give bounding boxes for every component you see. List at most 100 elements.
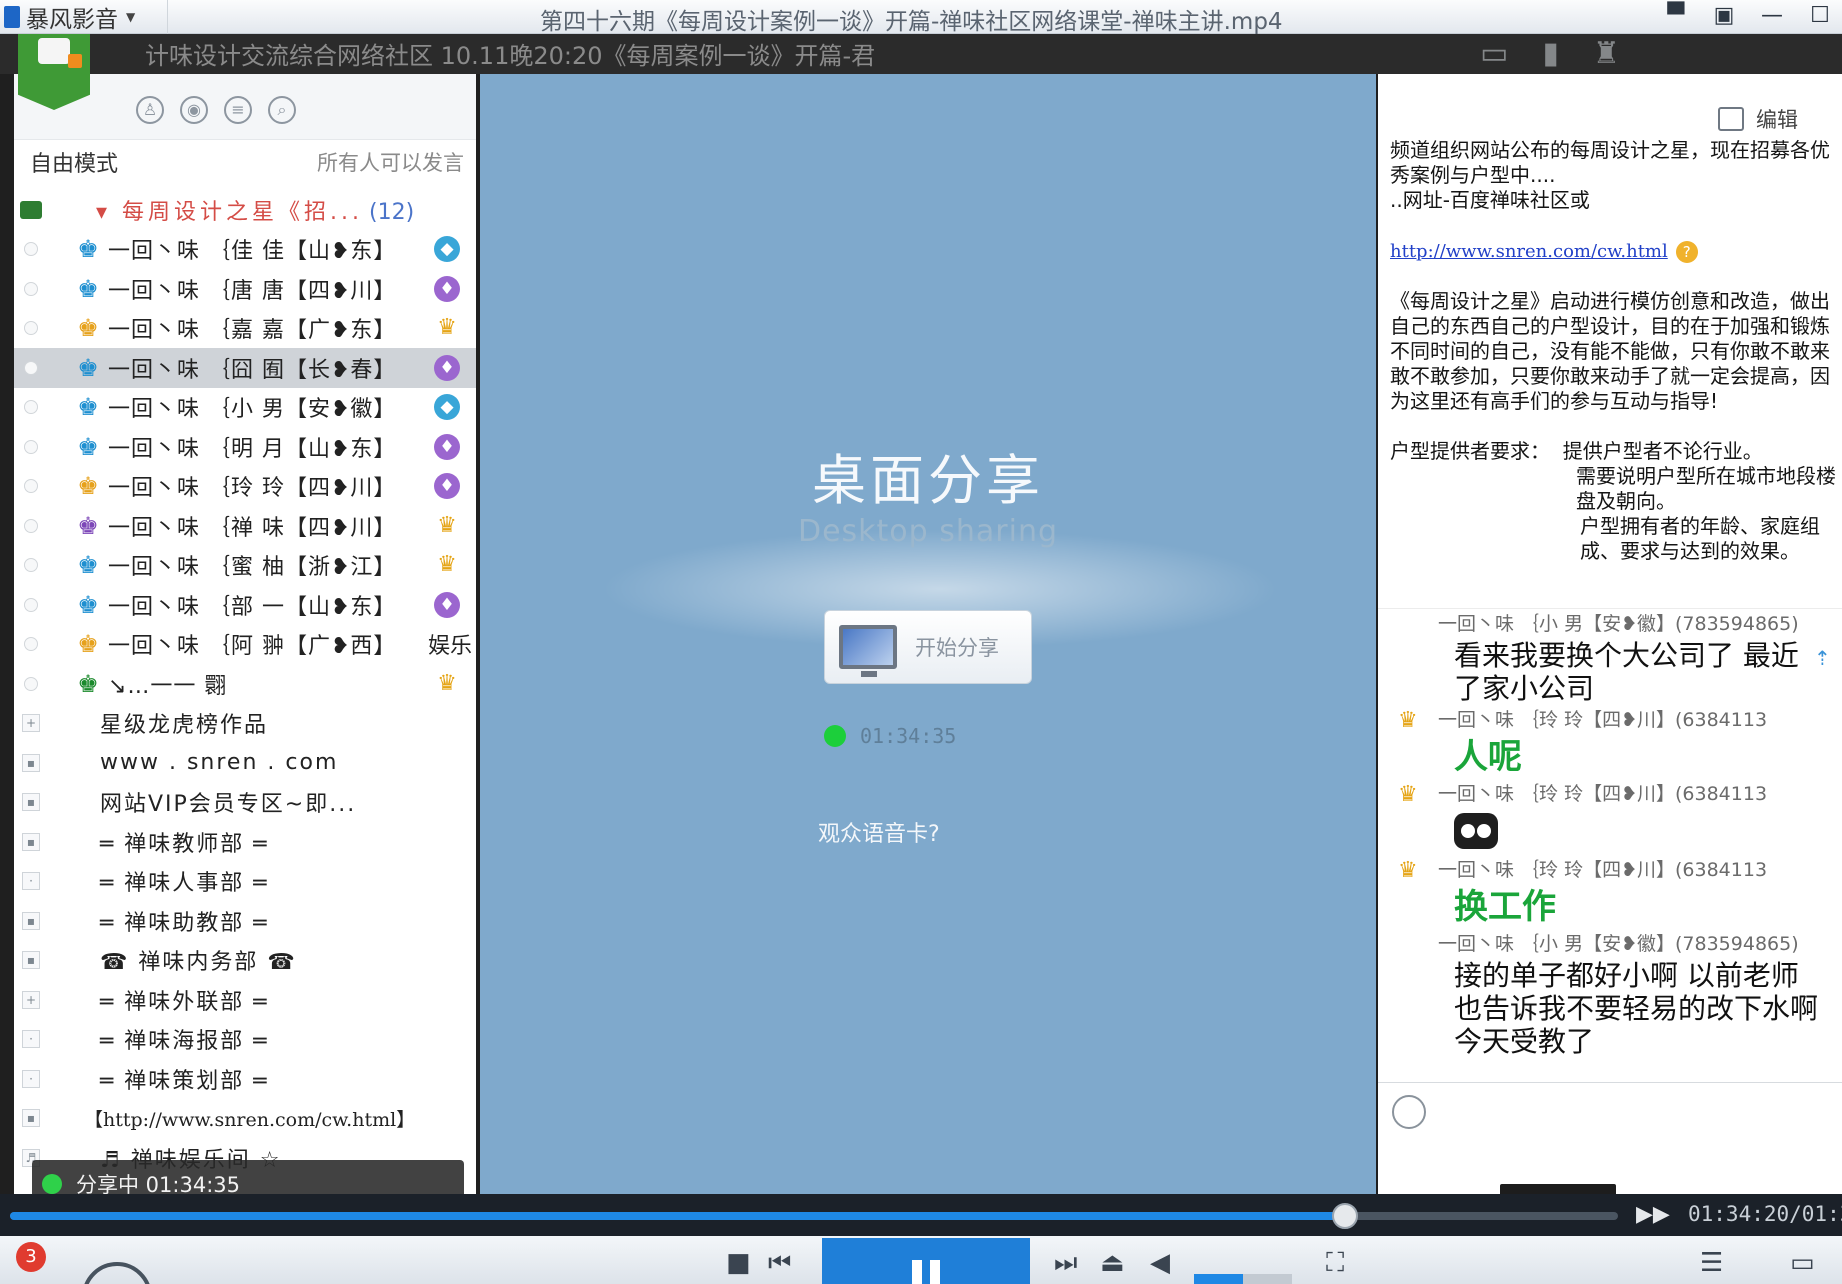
chat-sender[interactable]: 一回丶味 ｛小 男【安❥徽】(783594865) xyxy=(1434,609,1842,639)
location-icon: ◉ xyxy=(180,96,208,124)
seek-fill xyxy=(10,1212,1345,1220)
mode-label: 自由模式 xyxy=(30,152,119,177)
member-row[interactable]: ♚ ↘…一一 翾 ♛ xyxy=(14,664,476,704)
video-area[interactable]: 计味设计交流综合网络社区 10.11晚20:20《每周案例一谈》开篇-君 ▭ ▮… xyxy=(0,34,1842,1194)
subchannel-row[interactable]: + 星级龙虎榜作品 xyxy=(14,704,476,744)
member-blue-icon: ♚ xyxy=(77,353,99,382)
status-circle-icon xyxy=(24,676,38,691)
edit-icon xyxy=(1718,107,1744,131)
minimize-icon[interactable]: — xyxy=(1758,3,1786,28)
status-circle-icon xyxy=(24,321,38,336)
member-blue-icon: ♚ xyxy=(77,274,99,303)
subchannel-row[interactable]: ▪ ☎ 禅味内务部 ☎ xyxy=(14,941,476,981)
member-name: 一回丶味 ｛佳 佳【山❥东】 xyxy=(108,239,397,265)
stop-icon[interactable]: ■ xyxy=(726,1248,751,1278)
eject-icon[interactable]: ⏏ xyxy=(1100,1248,1125,1278)
subchannel-gutter: ▪ xyxy=(18,750,44,776)
green-dot-icon xyxy=(42,1174,62,1194)
chat-text: 看来我要换个大公司了 最近了家小公司 xyxy=(1454,639,1799,705)
seek-track[interactable] xyxy=(10,1203,1618,1229)
next-icon[interactable]: ⏭ xyxy=(1054,1248,1077,1279)
subchannel-row[interactable]: ▪ 【http://www.snren.com/cw.html】 xyxy=(14,1099,476,1139)
member-row[interactable]: ♚ 一回丶味 ｛佳 佳【山❥东】 ◆ xyxy=(14,230,476,270)
crown-badge-icon: ♛ xyxy=(437,552,457,578)
skin-icon[interactable]: ▣ xyxy=(1710,3,1738,28)
crown-badge-icon: ♛ xyxy=(437,670,457,696)
crown-badge-icon: ♛ xyxy=(437,315,457,341)
playlist-button[interactable]: 3 xyxy=(0,1242,46,1284)
scroll-up-icon[interactable]: ⇡ xyxy=(1814,646,1834,674)
time-display: 01:34:20/01:38 xyxy=(1688,1202,1842,1226)
diamond-badge-icon: ◆ xyxy=(434,394,460,421)
member-gold-icon: ♚ xyxy=(77,472,99,501)
gift-icon: ♜ xyxy=(1592,36,1620,71)
chevron-down-icon: ▼ xyxy=(126,10,136,24)
voice-card-link[interactable]: 观众语音卡? xyxy=(818,816,940,848)
vip-badge-icon: ♦ xyxy=(434,354,460,381)
toolbox-icon[interactable]: ▭ xyxy=(1790,1248,1815,1278)
member-gutter xyxy=(18,473,44,499)
member-row[interactable]: ♚ 一回丶味 ｛蜜 柚【浙❥江】 ♛ xyxy=(14,546,476,586)
member-role-badge: 娱乐 xyxy=(427,634,472,660)
member-green-icon: ♚ xyxy=(77,669,99,698)
member-gutter xyxy=(18,276,44,302)
subchannel-row[interactable]: ▪ www . snren . com xyxy=(14,743,476,783)
req-line: 提供户型者不论行业。 xyxy=(1562,439,1763,463)
subchannel-row[interactable]: + ═ 禅味外联部 ═ xyxy=(14,980,476,1020)
chat-sender[interactable]: 一回丶味 ｛玲 玲【四❥川】(6384113 xyxy=(1434,855,1842,885)
globe-icon[interactable] xyxy=(82,1262,152,1284)
fast-forward-icon[interactable]: ▶▶ xyxy=(1636,1202,1670,1227)
member-row[interactable]: ♚ 一回丶味 ｛明 月【山❥东】 ♦ xyxy=(14,427,476,467)
member-gutter xyxy=(18,671,44,697)
subchannel-row[interactable]: ▪ 网站VIP会员专区~即... xyxy=(14,783,476,823)
volume-slider[interactable] xyxy=(1194,1274,1292,1284)
member-row[interactable]: ♚ 一回丶味 ｛囧 囿【长❥春】 ♦ xyxy=(14,348,476,388)
volume-icon[interactable]: ◀ xyxy=(1150,1248,1170,1278)
pause-button[interactable] xyxy=(822,1238,1030,1284)
member-row[interactable]: ♚ 一回丶味 ｛玲 玲【四❥川】 ♦ xyxy=(14,467,476,507)
previous-icon[interactable]: ⏮ xyxy=(768,1248,791,1279)
channel-title: ▾ 每周设计之星《招... (12) xyxy=(96,199,415,225)
subchannel-gutter: ▪ xyxy=(18,829,44,855)
seek-handle[interactable] xyxy=(1331,1203,1358,1229)
chat-sender[interactable]: 一回丶味 ｛小 男【安❥徽】(783594865) xyxy=(1434,929,1842,959)
member-gold-icon: ♚ xyxy=(77,314,99,343)
subchannel-row[interactable]: · ═ 禅味策划部 ═ xyxy=(14,1059,476,1099)
fullscreen-icon[interactable]: ⛶ xyxy=(1326,1248,1344,1279)
subchannel-row[interactable]: ▪ ═ 禅味教师部 ═ xyxy=(14,822,476,862)
subchannel-row[interactable]: · ═ 禅味人事部 ═ xyxy=(14,862,476,902)
member-blue-icon: ♚ xyxy=(77,551,99,580)
chat-message: 一回丶味 ｛小 男【安❥徽】(783594865) 看来我要换个大公司了 最近了家… xyxy=(1378,609,1842,705)
chat-message: ♛ 一回丶味 ｛玲 玲【四❥川】(6384113 人呢 xyxy=(1378,705,1842,779)
member-row[interactable]: ♚ 一回丶味 ｛阿 翀【广❥西】 娱乐 xyxy=(14,625,476,665)
video-title: 第四十六期《每周设计案例一谈》开篇-禅味社区网络课堂-禅味主讲.mp4 xyxy=(540,9,1283,35)
notice-paragraph: 《每周设计之星》启动进行模仿创意和改造，做出自己的东西自己的户型设计，目的在于加… xyxy=(1390,289,1830,413)
member-row[interactable]: ♚ 一回丶味 ｛嘉 嘉【广❥东】 ♛ xyxy=(14,309,476,349)
member-row[interactable]: ♚ 一回丶味 ｛小 男【安❥徽】 ◆ xyxy=(14,388,476,428)
app-name: 暴风影音 xyxy=(26,7,118,33)
sticker-emoji-icon xyxy=(1454,813,1498,849)
member-row[interactable]: ♚ 一回丶味 ｛禅 味【四❥川】 ♛ xyxy=(14,506,476,546)
player-window: 暴风影音 ▼ 第四十六期《每周设计案例一谈》开篇-禅味社区网络课堂-禅味主讲.m… xyxy=(0,0,1842,1284)
emoji-icon[interactable] xyxy=(1392,1095,1426,1129)
edit-button[interactable]: 编辑 xyxy=(1718,104,1798,134)
start-sharing-button[interactable]: 开始分享 xyxy=(824,610,1032,684)
chat-sender[interactable]: 一回丶味 ｛玲 玲【四❥川】(6384113 xyxy=(1434,705,1842,735)
subchannel-row[interactable]: ▪ ═ 禅味助教部 ═ xyxy=(14,901,476,941)
avatar xyxy=(18,34,90,110)
chat-input[interactable] xyxy=(1378,1082,1842,1194)
subchannel-row[interactable]: · ═ 禅味海报部 ═ xyxy=(14,1020,476,1060)
share-title: 桌面分享 xyxy=(812,449,1044,512)
menu-list-icon[interactable]: ☰ xyxy=(1700,1248,1723,1278)
notice-link[interactable]: http://www.snren.com/cw.html xyxy=(1390,241,1668,262)
chat-bubble-icon[interactable]: ▀ xyxy=(1662,3,1690,28)
subchannel-gutter: · xyxy=(18,1066,44,1092)
app-menu-button[interactable]: 暴风影音 ▼ xyxy=(0,0,168,34)
vip-badge-icon: ♦ xyxy=(434,433,460,460)
member-row[interactable]: ♚ 一回丶味 ｛唐 唐【四❥川】 ♦ xyxy=(14,269,476,309)
chat-text: 接的单子都好小啊 以前老师也告诉我不要轻易的改下水啊今天受教了 xyxy=(1454,959,1819,1058)
maximize-icon[interactable]: ☐ xyxy=(1806,3,1834,28)
chat-sender[interactable]: 一回丶味 ｛玲 玲【四❥川】(6384113 xyxy=(1434,779,1842,809)
crown-badge-icon: ♛ xyxy=(437,512,457,538)
member-row[interactable]: ♚ 一回丶味 ｛部 一【山❥东】 ♦ xyxy=(14,585,476,625)
